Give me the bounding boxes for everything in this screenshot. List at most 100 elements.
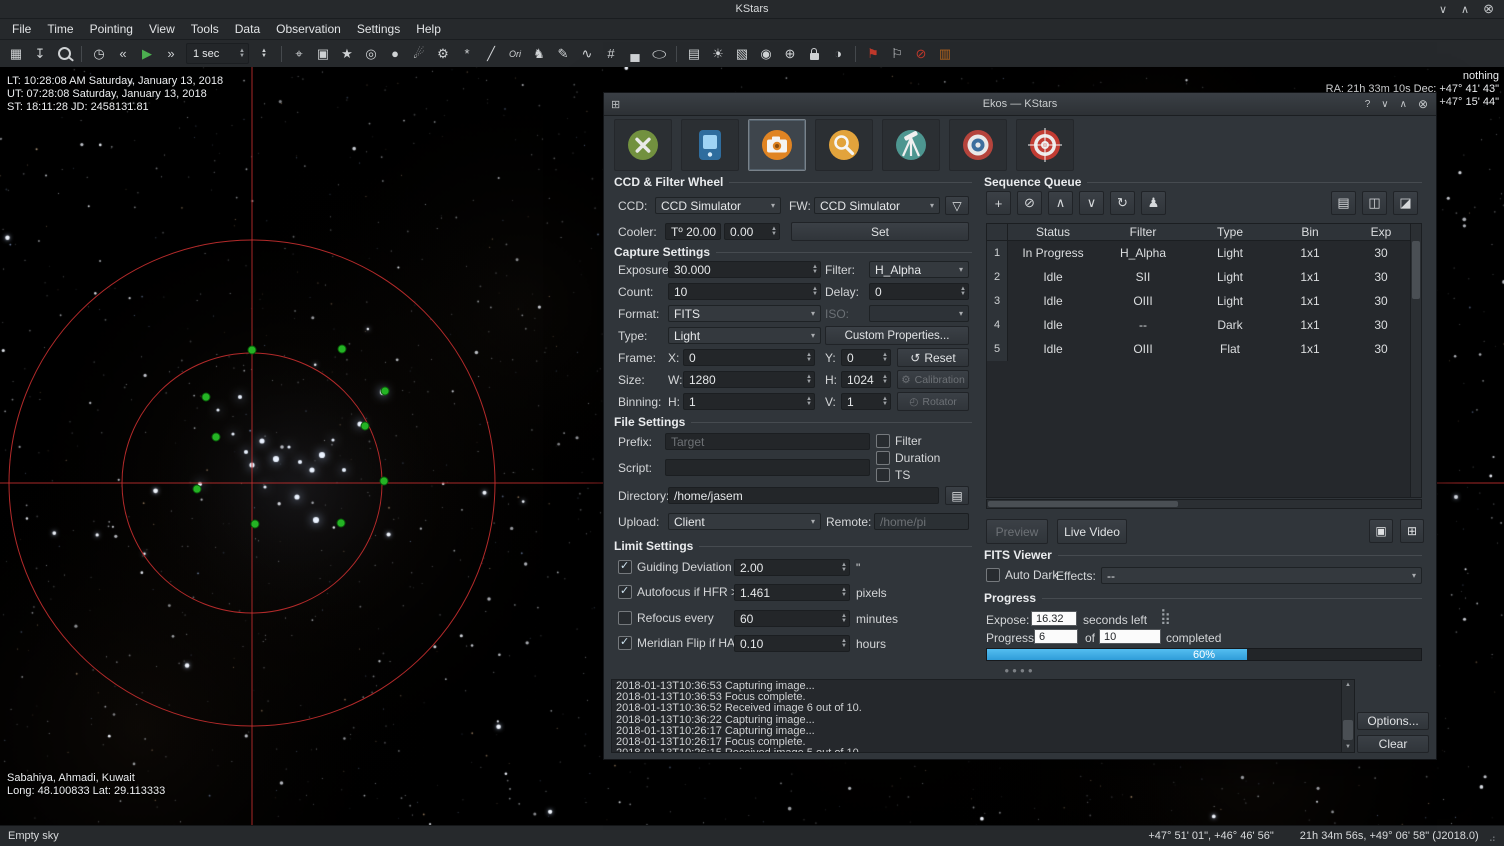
move-down-icon[interactable]: ∨ xyxy=(1079,191,1104,215)
white-flag-icon[interactable]: ⚐ xyxy=(885,42,909,66)
red-flag-icon[interactable]: ⚑ xyxy=(861,42,885,66)
toolbox-icon[interactable]: ▥ xyxy=(933,42,957,66)
time-step-back-icon[interactable]: « xyxy=(111,42,135,66)
sky-object-marker[interactable] xyxy=(338,345,347,354)
move-up-icon[interactable]: ∧ xyxy=(1048,191,1073,215)
frame-x-spin[interactable]: 0▲▼ xyxy=(683,349,815,366)
bin-h-spin[interactable]: 1▲▼ xyxy=(683,393,815,410)
size-w-spin[interactable]: 1280▲▼ xyxy=(683,371,815,388)
limit-value-spin-1[interactable]: 1.461▲▼ xyxy=(734,584,850,601)
menu-settings[interactable]: Settings xyxy=(349,20,408,38)
limit-value-spin-2[interactable]: 60▲▼ xyxy=(734,610,850,627)
sky-object-marker[interactable] xyxy=(202,393,211,402)
limit-checkbox-3[interactable]: Meridian Flip if HA > xyxy=(618,636,745,650)
color-scheme-icon[interactable]: ◑ xyxy=(826,42,850,66)
sky-object-marker[interactable] xyxy=(381,387,390,396)
ccd-combo[interactable]: CCD Simulator▾ xyxy=(655,197,781,214)
sky-object-marker[interactable] xyxy=(193,485,202,494)
satellite-icon[interactable]: ⚙ xyxy=(431,42,455,66)
prefix-input[interactable] xyxy=(665,433,870,450)
menu-time[interactable]: Time xyxy=(39,20,81,38)
fw-combo[interactable]: CCD Simulator▾ xyxy=(814,197,940,214)
bin-v-spin[interactable]: 1▲▼ xyxy=(841,393,891,410)
reset-queue-icon[interactable]: ↻ xyxy=(1110,191,1135,215)
constellation-lines-icon[interactable]: ✎ xyxy=(551,42,575,66)
ekos-window[interactable]: ⊞ Ekos — KStars ? ∨ ∧ ⊗ CCD & Filter Whe… xyxy=(603,92,1437,760)
type-combo[interactable]: Light▾ xyxy=(668,327,821,344)
location-infobox[interactable]: Sabahiya, Ahmadi, Kuwait Long: 48.100833… xyxy=(7,772,165,798)
find-object-icon[interactable] xyxy=(52,42,76,66)
timestep-adjust-icon[interactable]: ▲▼ xyxy=(252,42,276,66)
time-step-forward-icon[interactable]: » xyxy=(159,42,183,66)
log-view[interactable]: 2018-01-13T10:36:53 Capturing image...20… xyxy=(611,679,1355,753)
auto-dark-checkbox[interactable]: Auto Dark xyxy=(986,568,1058,582)
menu-file[interactable]: File xyxy=(4,20,39,38)
clear-log-button[interactable]: Clear xyxy=(1357,735,1429,753)
upload-combo[interactable]: Client▾ xyxy=(668,513,821,530)
chart-icon[interactable]: ▦ xyxy=(4,42,28,66)
ekos-tab-capture[interactable] xyxy=(748,119,806,171)
window-titlebar[interactable]: KStars ∨ ∧ ⊗ xyxy=(0,0,1504,19)
effects-combo[interactable]: --▾ xyxy=(1101,567,1422,584)
telescope-target-icon[interactable]: ⊕ xyxy=(778,42,802,66)
ekos-maximize-icon[interactable]: ∧ xyxy=(1400,99,1407,110)
open-queue-icon[interactable]: ▤ xyxy=(1331,191,1356,215)
lock-position-icon[interactable] xyxy=(802,42,826,66)
queue-row[interactable]: 5IdleOIIIFlat1x130 xyxy=(987,337,1421,361)
ekos-icon[interactable]: ◉ xyxy=(754,42,778,66)
limit-checkbox-0[interactable]: Guiding Deviation < xyxy=(618,560,742,574)
custom-properties-button[interactable]: Custom Properties... xyxy=(825,326,969,345)
ecliptic-icon[interactable]: ◯ xyxy=(647,46,671,60)
log-vscrollbar[interactable]: ▲ ▼ xyxy=(1341,680,1354,752)
limit-checkbox-1[interactable]: Autofocus if HFR > xyxy=(618,585,738,599)
sequence-queue-table[interactable]: StatusFilterTypeBinExp1In ProgressH_Alph… xyxy=(986,223,1422,498)
sky-object-marker[interactable] xyxy=(337,519,346,528)
maximize-icon[interactable]: ∧ xyxy=(1461,3,1469,16)
frame-reset-button[interactable]: ↺Reset xyxy=(897,348,969,367)
ekos-tab-mount[interactable] xyxy=(882,119,940,171)
ekos-close-icon[interactable]: ⊗ xyxy=(1418,97,1428,111)
format-combo[interactable]: FITS▾ xyxy=(668,305,821,322)
milky-way-icon[interactable]: ∿ xyxy=(575,42,599,66)
constellation-names-icon[interactable]: Ori xyxy=(503,42,527,66)
queue-hscrollbar[interactable] xyxy=(986,499,1422,509)
queue-row[interactable]: 3IdleOIIILight1x130 xyxy=(987,289,1421,313)
menu-pointing[interactable]: Pointing xyxy=(82,20,141,38)
ekos-tab-guide[interactable] xyxy=(949,119,1007,171)
sky-calendar-icon[interactable]: ▧ xyxy=(730,42,754,66)
ekos-titlebar[interactable]: ⊞ Ekos — KStars ? ∨ ∧ ⊗ xyxy=(604,93,1436,116)
constellation-art-icon[interactable]: ♞ xyxy=(527,42,551,66)
limit-value-spin-0[interactable]: 2.00▲▼ xyxy=(734,559,850,576)
resize-grip-icon[interactable]: ⣠ xyxy=(1489,831,1496,842)
ekos-minimize-icon[interactable]: ∨ xyxy=(1381,99,1388,110)
queue-row[interactable]: 1In ProgressH_AlphaLight1x130 xyxy=(987,241,1421,265)
disable-stars-icon[interactable]: ⊘ xyxy=(909,42,933,66)
menu-data[interactable]: Data xyxy=(227,20,268,38)
limit-value-spin-3[interactable]: 0.10▲▼ xyxy=(734,635,850,652)
checkbox[interactable] xyxy=(876,434,890,448)
set-time-icon[interactable]: ◷ xyxy=(87,42,111,66)
ekos-tab-align[interactable] xyxy=(1016,119,1074,171)
splitter-handle[interactable]: ●●●● xyxy=(604,666,1436,675)
checkbox[interactable] xyxy=(986,568,1000,582)
live-video-button[interactable]: Live Video xyxy=(1057,519,1127,544)
save-queue-as-icon[interactable]: ◪ xyxy=(1393,191,1418,215)
ekos-tab-focus[interactable] xyxy=(815,119,873,171)
deep-sky-icon[interactable]: ◎ xyxy=(359,42,383,66)
cooler-setpoint-spin[interactable]: 0.00▲▼ xyxy=(724,223,780,240)
minimize-icon[interactable]: ∨ xyxy=(1439,3,1447,16)
menu-view[interactable]: View xyxy=(141,20,183,38)
solar-system-icon[interactable]: ● xyxy=(383,42,407,66)
filter-combo[interactable]: H_Alpha▾ xyxy=(869,261,969,278)
supernova-icon[interactable]: * xyxy=(455,42,479,66)
prefix-duration-checkbox[interactable]: Duration xyxy=(876,451,940,465)
directory-input[interactable] xyxy=(668,487,939,504)
observation-list-icon[interactable]: ▤ xyxy=(682,42,706,66)
limit-checkbox-2[interactable]: Refocus every xyxy=(618,611,714,625)
stars-icon[interactable]: ★ xyxy=(335,42,359,66)
save-queue-icon[interactable]: ◫ xyxy=(1362,191,1387,215)
meteor-shower-icon[interactable]: ╱ xyxy=(479,42,503,66)
checkbox[interactable] xyxy=(876,468,890,482)
ekos-tab-devices[interactable] xyxy=(681,119,739,171)
download-data-icon[interactable]: ↧ xyxy=(28,42,52,66)
